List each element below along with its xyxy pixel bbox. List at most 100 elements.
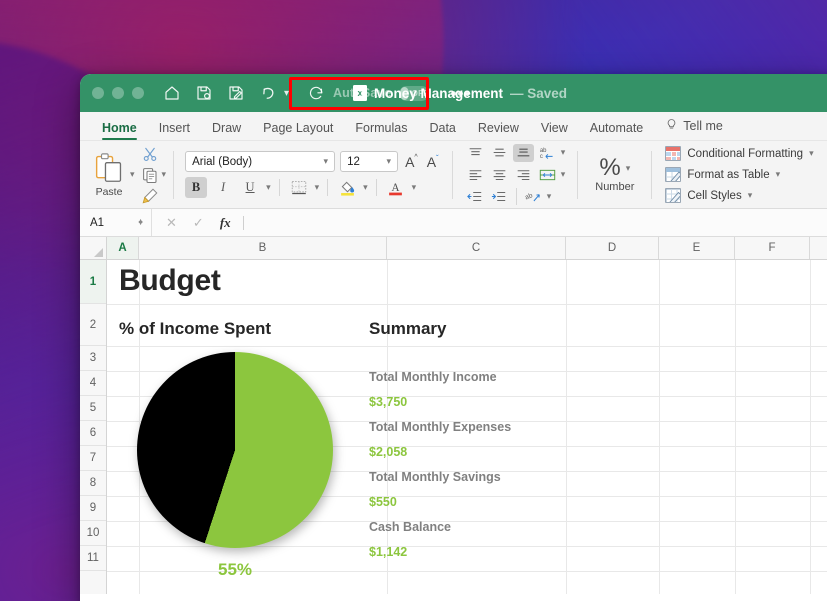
enter-icon[interactable]: ✓ <box>193 215 204 231</box>
italic-button[interactable]: I <box>212 177 234 198</box>
increase-indent-button[interactable] <box>489 188 510 206</box>
tab-draw[interactable]: Draw <box>212 121 241 140</box>
ribbon-overflow-button[interactable]: ••• <box>451 85 472 102</box>
merge-cells-button[interactable] <box>537 166 558 184</box>
font-divider-a <box>278 179 280 196</box>
column-header-a[interactable]: A <box>107 237 139 259</box>
format-painter-button[interactable] <box>141 187 159 205</box>
column-header-b[interactable]: B <box>139 237 387 259</box>
column-header-g[interactable] <box>810 237 827 259</box>
font-size-chevron-down-icon[interactable]: ▾ <box>377 156 392 167</box>
row-header-1[interactable]: 1 <box>80 260 106 304</box>
column-header-d[interactable]: D <box>566 237 659 259</box>
name-box[interactable]: A1 ▲ ▼ <box>80 209 152 236</box>
format-as-table-chevron-down-icon[interactable]: ▾ <box>776 169 781 180</box>
new-note-icon[interactable] <box>226 84 245 103</box>
undo-dropdown-chevron-down-icon[interactable]: ▾ <box>284 88 289 99</box>
tab-tell-me-label: Tell me <box>683 119 723 133</box>
tab-formulas[interactable]: Formulas <box>355 121 407 140</box>
row-header-5[interactable]: 5 <box>80 396 106 421</box>
wrap-text-chevron-down-icon[interactable]: ▾ <box>561 147 566 158</box>
cell-styles-button[interactable]: Cell Styles ▾ <box>665 188 813 203</box>
orientation-chevron-down-icon[interactable]: ▾ <box>547 191 552 202</box>
row-header-8[interactable]: 8 <box>80 471 106 496</box>
undo-icon[interactable] <box>258 84 277 103</box>
autosave-toggle[interactable]: OFF <box>398 85 429 101</box>
tab-data[interactable]: Data <box>429 121 455 140</box>
align-bottom-button[interactable] <box>512 143 534 162</box>
tab-tell-me[interactable]: Tell me <box>665 117 723 140</box>
window-controls[interactable] <box>92 87 144 99</box>
column-header-e[interactable]: E <box>659 237 735 259</box>
row-header-11[interactable]: 11 <box>80 546 106 571</box>
decrease-font-size-button[interactable]: Aˇ <box>425 154 441 170</box>
row-header-9[interactable]: 9 <box>80 496 106 521</box>
font-family-select[interactable]: Arial (Body) ▾ <box>185 151 336 172</box>
tab-page-layout[interactable]: Page Layout <box>263 121 333 140</box>
autosave-control[interactable]: AutoSave OFF <box>303 80 436 107</box>
conditional-formatting-chevron-down-icon[interactable]: ▾ <box>809 148 814 159</box>
number-format-percent-button[interactable]: % <box>599 156 620 180</box>
row-headers: 1 2 3 4 5 6 7 8 9 10 11 <box>80 260 107 594</box>
row-header-7[interactable]: 7 <box>80 446 106 471</box>
copy-chevron-down-icon[interactable]: ▾ <box>162 169 167 180</box>
cell-area[interactable]: Budget % of Income Spent Summary Total M… <box>107 260 827 594</box>
format-as-table-label: Format as Table <box>687 168 770 181</box>
fx-icon[interactable]: fx <box>220 215 231 231</box>
summary-value-cash: $1,142 <box>369 544 408 559</box>
paste-chevron-down-icon[interactable]: ▾ <box>130 169 135 180</box>
home-icon[interactable] <box>162 84 181 103</box>
column-header-f[interactable]: F <box>735 237 810 259</box>
borders-button[interactable] <box>288 177 310 198</box>
align-top-button[interactable] <box>465 144 486 162</box>
decrease-indent-button[interactable] <box>465 188 486 206</box>
name-box-stepper[interactable]: ▲ ▼ <box>137 218 144 227</box>
copy-button[interactable]: ▾ <box>141 166 167 184</box>
fill-color-button[interactable] <box>336 177 358 198</box>
number-format-chevron-down-icon[interactable]: ▾ <box>626 163 631 174</box>
minimize-button[interactable] <box>112 87 124 99</box>
format-as-table-button[interactable]: Format as Table ▾ <box>665 167 813 182</box>
maximize-button[interactable] <box>132 87 144 99</box>
row-header-4[interactable]: 4 <box>80 371 106 396</box>
align-center-button[interactable] <box>489 166 510 184</box>
cell-styles-chevron-down-icon[interactable]: ▾ <box>748 190 753 201</box>
font-color-chevron-down-icon[interactable]: ▾ <box>412 182 417 193</box>
cut-button[interactable] <box>141 145 159 163</box>
paste-button[interactable]: Paste <box>86 152 128 198</box>
underline-chevron-down-icon[interactable]: ▾ <box>266 182 271 193</box>
borders-chevron-down-icon[interactable]: ▾ <box>315 182 320 193</box>
tab-automate[interactable]: Automate <box>590 121 644 140</box>
tab-home[interactable]: Home <box>102 121 137 140</box>
merge-chevron-down-icon[interactable]: ▾ <box>561 169 566 180</box>
row-header-3[interactable]: 3 <box>80 346 106 371</box>
increase-font-size-button[interactable]: A ^ <box>403 154 420 170</box>
fill-color-chevron-down-icon[interactable]: ▾ <box>363 182 368 193</box>
tab-view[interactable]: View <box>541 121 568 140</box>
row-header-6[interactable]: 6 <box>80 421 106 446</box>
align-middle-button[interactable] <box>489 144 510 162</box>
close-button[interactable] <box>92 87 104 99</box>
pie-chart[interactable] <box>137 352 333 548</box>
align-left-button[interactable] <box>465 166 486 184</box>
text-orientation-button[interactable]: ab <box>523 188 544 206</box>
align-right-button[interactable] <box>513 166 534 184</box>
row-header-2[interactable]: 2 <box>80 304 106 346</box>
conditional-formatting-button[interactable]: Conditional Formatting ▾ <box>665 146 814 161</box>
column-header-c[interactable]: C <box>387 237 566 259</box>
underline-button[interactable]: U <box>239 177 261 198</box>
select-all-corner[interactable] <box>80 237 107 259</box>
save-state-label: — Saved <box>510 85 568 101</box>
save-icon[interactable] <box>194 84 213 103</box>
bold-button[interactable]: B <box>185 177 208 198</box>
row-header-10[interactable]: 10 <box>80 521 106 546</box>
font-color-button[interactable]: A <box>385 177 407 198</box>
wrap-text-button[interactable]: ab c <box>537 144 558 162</box>
summary-label-expenses: Total Monthly Expenses <box>369 419 512 434</box>
cancel-icon[interactable]: ✕ <box>166 215 177 231</box>
spreadsheet-grid: A B C D E F 1 2 3 4 5 6 7 8 9 10 11 Budg… <box>80 237 827 594</box>
font-family-chevron-down-icon[interactable]: ▾ <box>314 156 329 167</box>
tab-review[interactable]: Review <box>478 121 519 140</box>
tab-insert[interactable]: Insert <box>159 121 190 140</box>
font-size-select[interactable]: 12 ▾ <box>340 151 399 172</box>
